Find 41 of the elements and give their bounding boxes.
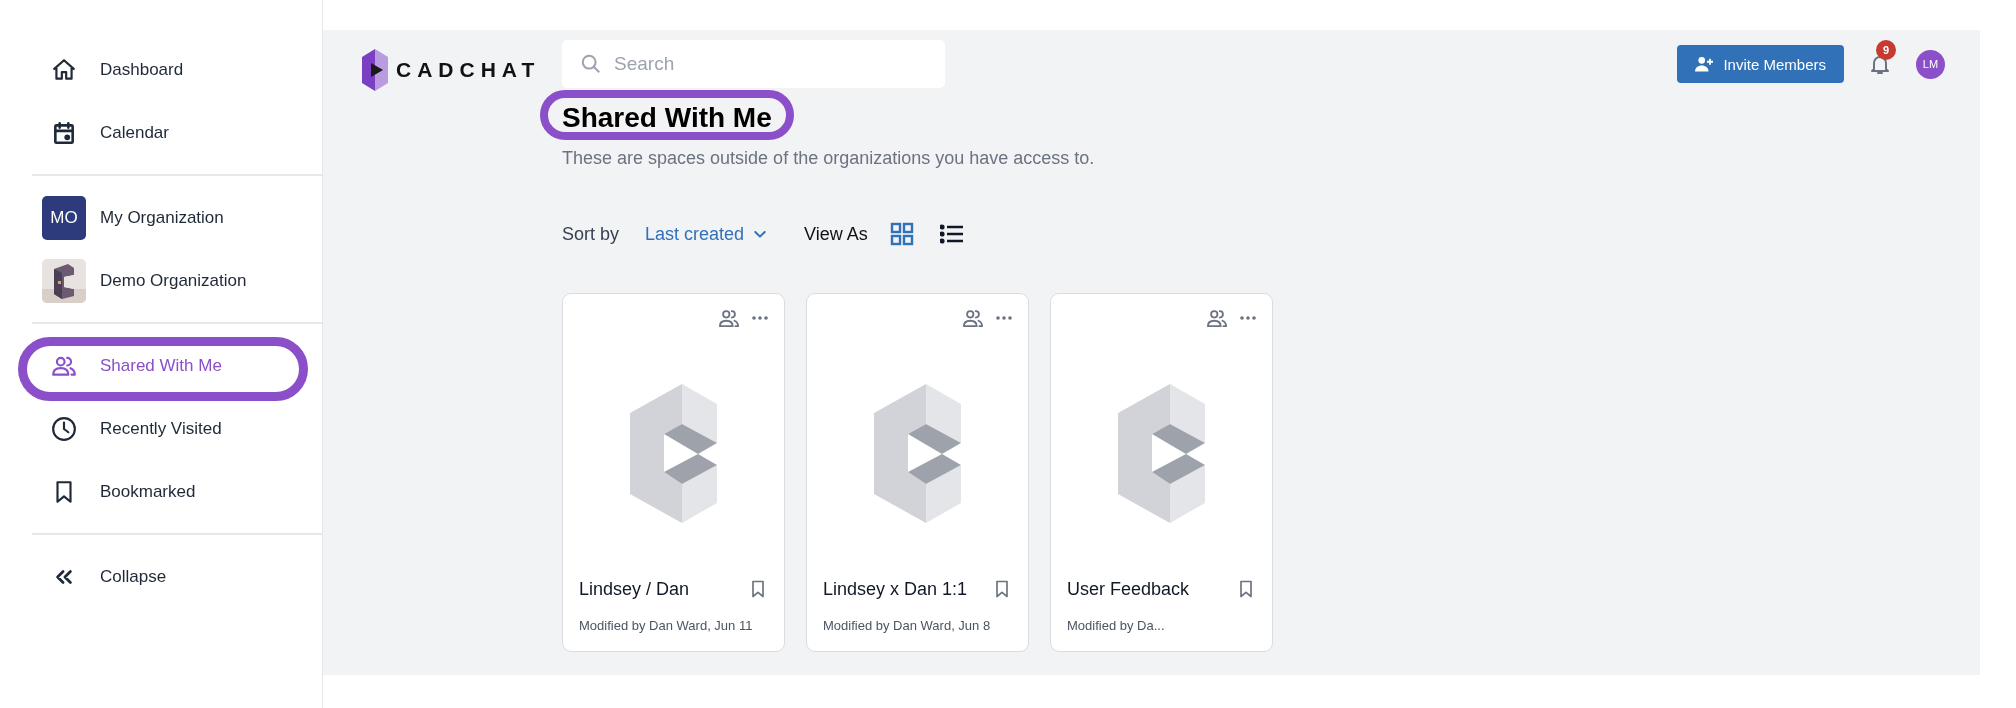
people-icon	[962, 308, 984, 328]
people-icon	[718, 308, 740, 328]
logo-text: CADCHAT	[396, 58, 541, 82]
list-icon	[939, 222, 964, 246]
sidebar-item[interactable]: Calendar	[42, 101, 322, 164]
card-title: User Feedback	[1067, 578, 1190, 600]
grid-icon	[889, 222, 914, 246]
sidebar-item[interactable]: MO My Organization	[42, 186, 322, 249]
sidebar-item[interactable]: Dashboard	[42, 38, 322, 101]
space-card[interactable]: Lindsey x Dan 1:1 Modified by Dan Ward, Jun 8	[806, 293, 1029, 652]
card-modified-text: Modified by Dan Ward, Jun 8	[823, 618, 992, 633]
home-icon	[51, 56, 77, 83]
list-view-button[interactable]	[939, 222, 964, 246]
sidebar-item[interactable]: Bookmarked	[42, 460, 322, 523]
sort-label: Sort by	[562, 223, 620, 245]
logo-icon	[362, 49, 388, 91]
card-title: Lindsey / Dan	[579, 578, 690, 600]
people-icon	[1206, 308, 1228, 328]
card-title: Lindsey x Dan 1:1	[823, 578, 968, 600]
sidebar-item[interactable]: Shared With Me	[42, 334, 322, 397]
sidebar-item[interactable]: Collapse	[42, 545, 322, 608]
grid-view-button[interactable]	[889, 222, 914, 246]
add-person-icon	[1695, 56, 1714, 72]
notification-count: 9	[1876, 40, 1896, 60]
search-field[interactable]: Search	[562, 40, 945, 88]
space-card[interactable]: User Feedback Modified by Da...	[1050, 293, 1273, 652]
sort-dropdown[interactable]: Last created	[645, 223, 769, 245]
search-icon	[580, 53, 602, 75]
organization-badge: MO	[42, 195, 86, 240]
card-modified-text: Modified by Da...	[1067, 618, 1166, 633]
calendar-icon	[51, 119, 77, 146]
sidebar-item[interactable]: Demo Organization	[42, 249, 322, 312]
invite-members-button[interactable]: Invite Members	[1677, 45, 1844, 83]
page-subtitle: These are spaces outside of the organizations you have access to.	[562, 148, 1096, 169]
sidebar-item[interactable]: Recently Visited	[42, 397, 322, 460]
clock-icon	[51, 415, 77, 442]
space-card[interactable]: Lindsey / Dan Modified by Dan Ward, Jun 11	[562, 293, 785, 652]
view-as-label: View As	[804, 223, 868, 245]
user-avatar[interactable]: LM	[1916, 49, 1945, 79]
page-title: Shared With Me	[562, 102, 772, 134]
card-modified-text: Modified by Dan Ward, Jun 11	[579, 618, 754, 633]
